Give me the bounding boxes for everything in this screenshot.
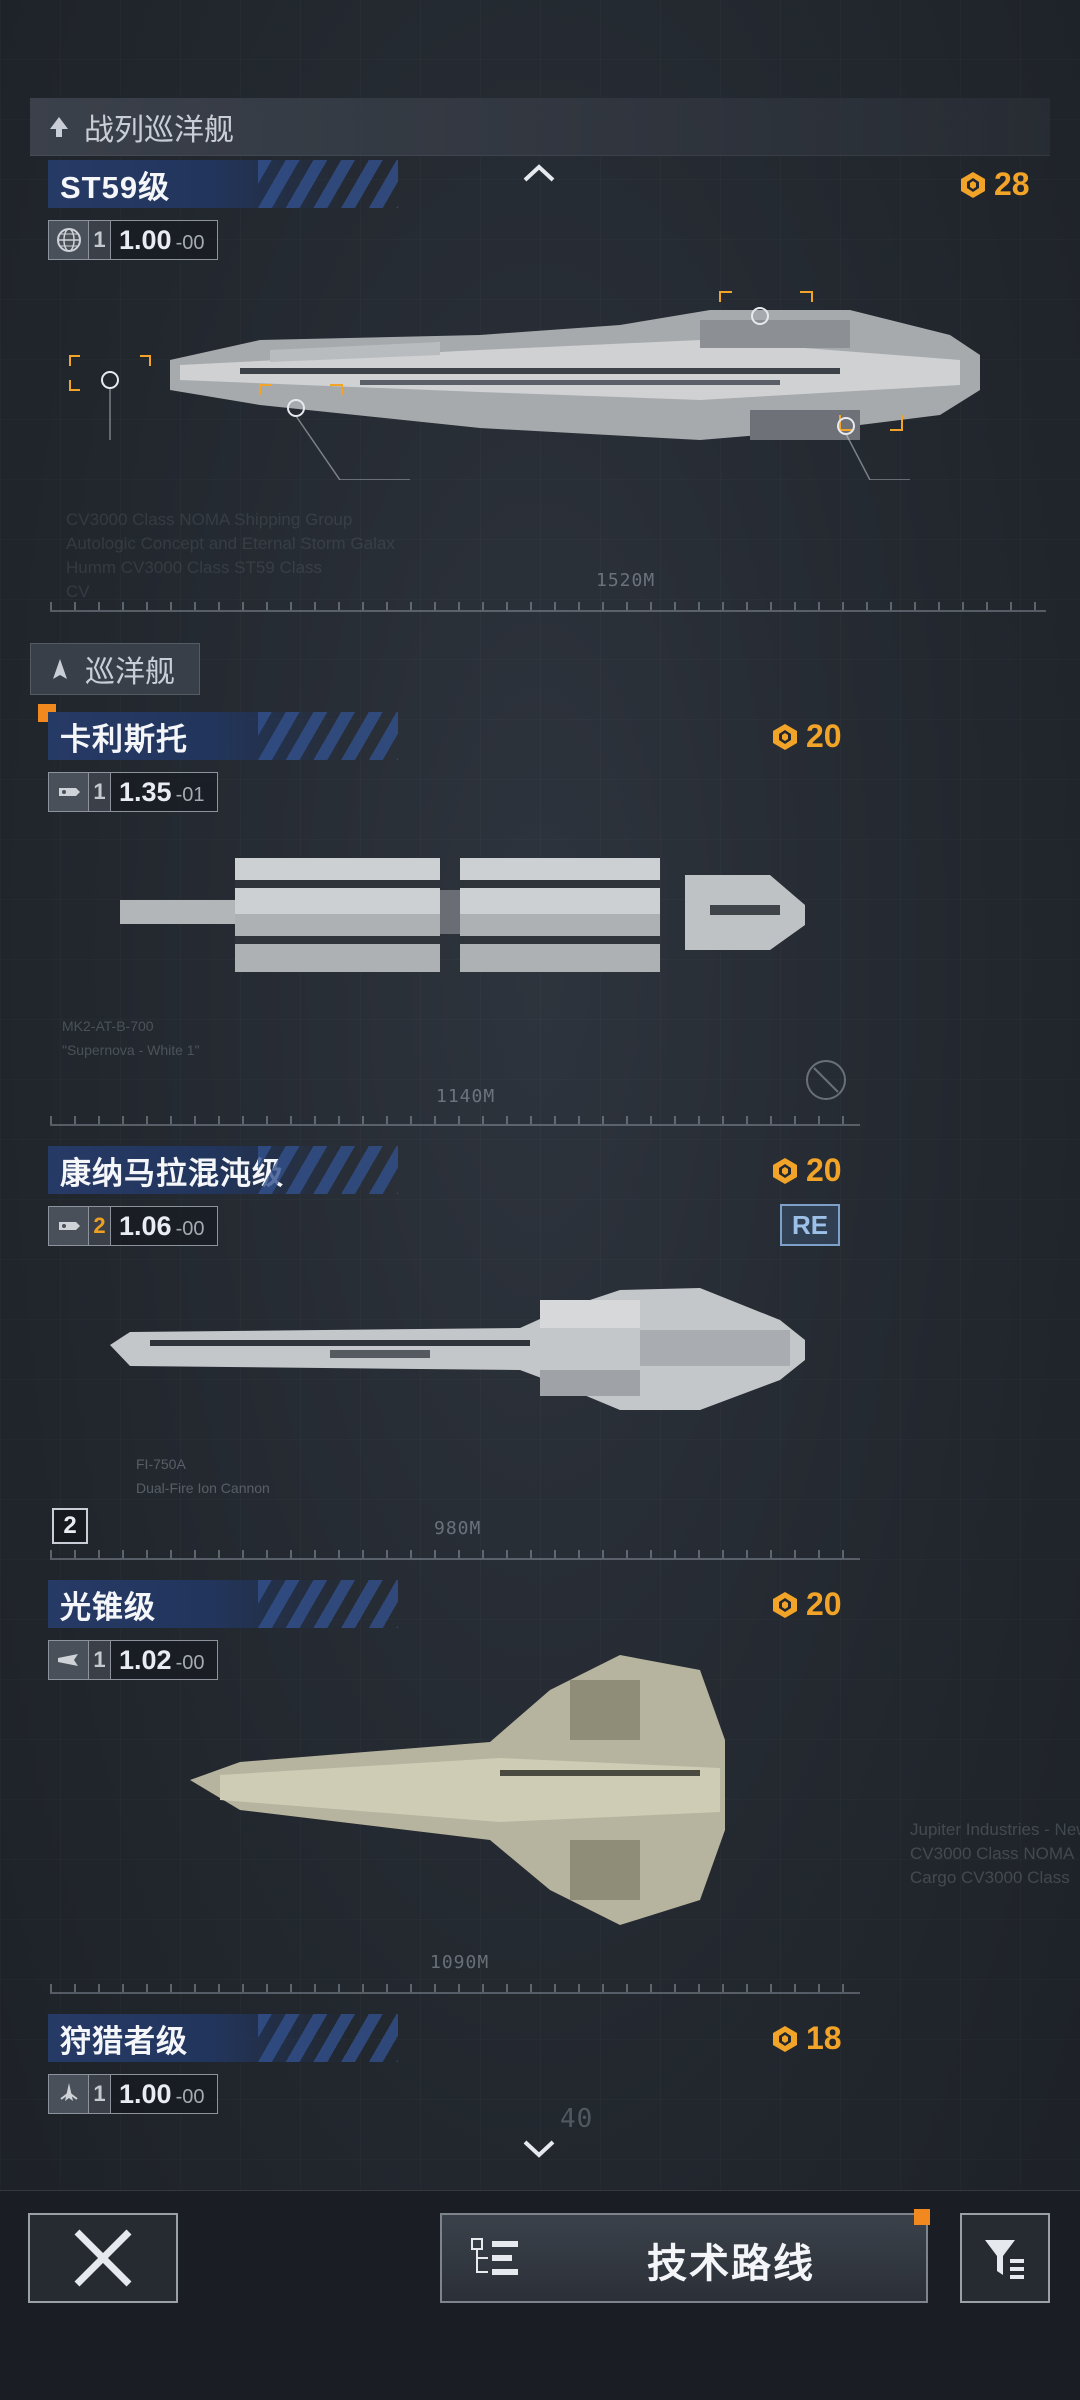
ship-stat-value: 1.00 -00 [119,2079,205,2109]
ship-card-connemara-chaos[interactable]: 康纳马拉混沌级 2 1.06 -00 20 [48,1146,858,1246]
ship-name-bar: 狩猎者级 [48,2014,398,2062]
length-ruler [50,1112,860,1126]
ship-tier: 2 [89,1207,111,1245]
ship-cost: 18 [770,2020,842,2057]
section-title: 战列巡洋舰 [84,113,234,147]
filter-icon [985,2240,1024,2279]
tier-2-badge: 2 [52,1508,88,1544]
target-reticle-icon [806,1060,846,1100]
ship-name-bar: ST59级 [48,160,398,208]
filter-button[interactable] [960,2213,1050,2303]
re-badge: RE [780,1204,840,1246]
fighter-icon [49,2075,89,2113]
stat-decimal: 00 [182,2086,205,2108]
cost-value: 20 [806,1586,842,1622]
tech-route-button[interactable]: 技术路线 [440,2209,930,2303]
stat-main: 1.02 [119,1645,172,1675]
section-header-cruiser: 巡洋舰 [30,643,200,695]
ship-image-st59 [69,291,980,480]
stat-decimal: 00 [182,1218,205,1240]
ship-name-bar: 卡利斯托 [48,712,398,760]
ship-spec-ghost-text: Jupiter Industries - New CV3000 Class NO… [910,1818,1080,1890]
stat-main: 1.35 [119,777,172,807]
close-button[interactable] [28,2213,178,2303]
ship-tier: 1 [89,221,111,259]
model-name: FI-750A [136,1456,186,1472]
ship-card-hunter[interactable]: 狩猎者级 1 1.00 -00 18 [48,2014,858,2114]
stat-decimal: 00 [182,232,205,254]
ship-name: 卡利斯托 [60,721,188,757]
ship-stat-value: 1.06 -00 [119,1211,205,1241]
missile-icon [49,1641,89,1679]
ship-stat-box: 1 1.00 -00 [48,220,218,260]
ghost-text-content: CV3000 Class NOMA Shipping Group Autolog… [66,510,395,601]
ghost-text-content: Jupiter Industries - New CV3000 Class NO… [910,1820,1080,1887]
ship-stat-value: 1.00 -00 [119,225,205,255]
ship-length-label: 1140M [436,1086,496,1107]
ship-stat-box: 1 1.35 -01 [48,772,218,812]
model-subtitle: "Supernova - White 1" [62,1042,200,1058]
stat-main: 1.00 [119,225,172,255]
ship-spec-ghost-text: CV3000 Class NOMA Shipping Group Autolog… [66,508,395,604]
cruiser-icon [49,1207,89,1245]
ship-name: ST59级 [60,169,171,205]
cruiser-class-icon [53,659,67,679]
globe-icon [49,221,89,259]
ship-length-label: 1090M [430,1952,490,1973]
ship-model-label: FI-750A Dual-Fire Ion Cannon [136,1452,270,1500]
close-icon [74,2229,132,2287]
model-subtitle: Dual-Fire Ion Cannon [136,1480,270,1496]
ship-stat-value: 1.35 -01 [119,777,205,807]
ship-name-bar: 光锥级 [48,1580,398,1628]
tech-route-label: 技术路线 [647,2242,815,2286]
ship-tier: 1 [89,1641,111,1679]
length-ruler [50,1980,860,1994]
ship-image-light-cone [190,1655,725,1925]
tech-tree-icon [471,2238,518,2275]
chevron-down-icon[interactable] [522,2138,556,2160]
command-points-icon [773,1157,797,1184]
stat-main: 1.00 [119,2079,172,2109]
command-points-icon [961,171,985,198]
bottom-action-bar: 技术路线 [0,2190,1080,2400]
ship-length-label: 980M [434,1518,482,1539]
ship-card-st59[interactable]: ST59级 1 1.00 -00 28 [48,160,1030,260]
ship-name: 狩猎者级 [60,2023,188,2059]
command-points-icon [773,2025,797,2052]
cost-value: 20 [806,1152,842,1188]
cost-value: 18 [806,2020,842,2056]
ship-cost: 20 [770,718,842,755]
command-points-icon [773,1591,797,1618]
ship-stat-box: 2 1.06 -00 [48,1206,218,1246]
length-ruler [50,598,1046,612]
section-header-battlecruiser: 战列巡洋舰 [30,98,1050,156]
stat-decimal: 01 [182,784,205,806]
ship-name: 康纳马拉混沌级 [60,1155,284,1191]
ship-tier: 1 [89,773,111,811]
model-name: MK2-AT-B-700 [62,1018,154,1034]
cruiser-icon [49,773,89,811]
ship-cost: 28 [958,166,1030,203]
command-points-icon [773,723,797,750]
ship-image-connemara-chaos [110,1288,805,1410]
ship-tier: 1 [89,2075,111,2113]
ship-length-label: 1520M [596,570,656,591]
length-ruler [50,1546,860,1560]
ship-image-callisto [120,858,805,972]
ship-cost: 20 [770,1152,842,1189]
ship-card-callisto[interactable]: 卡利斯托 1 1.35 -01 20 [48,712,858,812]
cost-value: 20 [806,718,842,754]
ship-model-label: MK2-AT-B-700 "Supernova - White 1" [62,1014,200,1062]
battlecruiser-class-icon [50,116,68,137]
section-title: 巡洋舰 [85,656,175,689]
stat-main: 1.06 [119,1211,172,1241]
hunter-class-glyph: 40 [560,2104,594,2134]
ship-cost: 20 [770,1586,842,1623]
ship-name-bar: 康纳马拉混沌级 [48,1146,398,1194]
ship-name: 光锥级 [60,1589,156,1625]
ship-stat-box: 1 1.00 -00 [48,2074,218,2114]
cost-value: 28 [994,166,1030,202]
notification-dot [914,2209,930,2225]
